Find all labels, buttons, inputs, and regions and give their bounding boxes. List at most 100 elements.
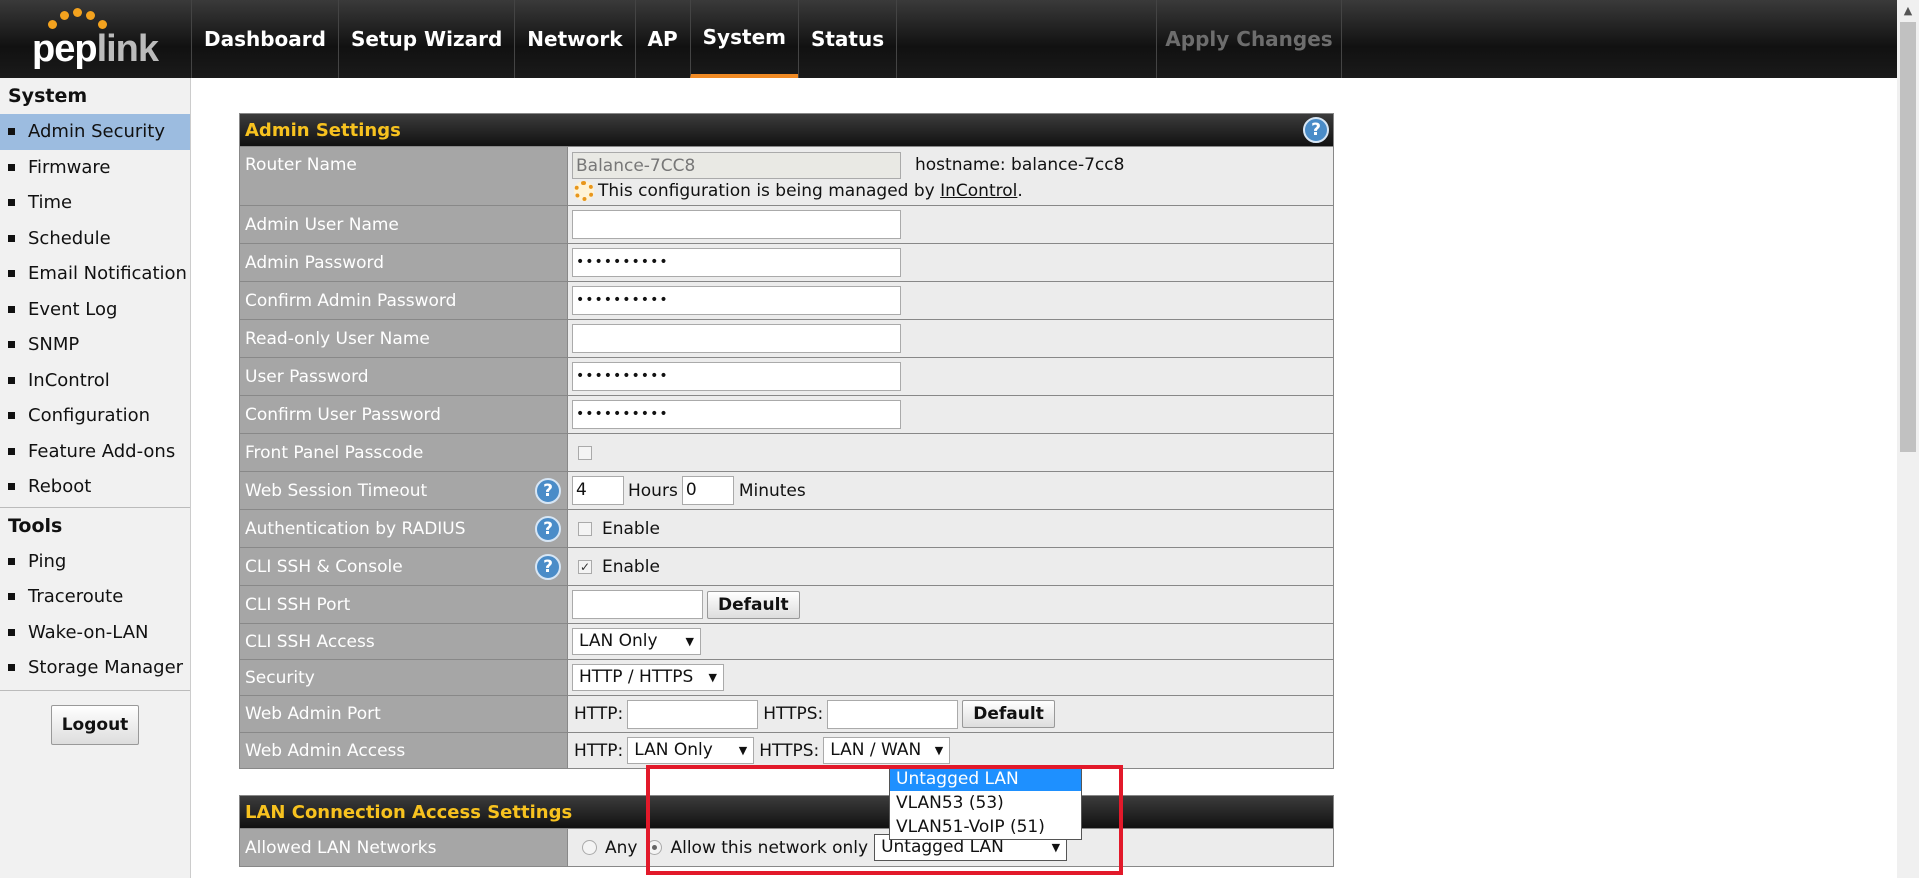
cli-ssh-port-input[interactable] bbox=[572, 590, 703, 619]
top-nav-bar: peplink Dashboard Setup Wizard Network A… bbox=[0, 0, 1897, 78]
admin-password-label: Admin Password bbox=[240, 244, 568, 281]
confirm-admin-password-input[interactable]: •••••••••• bbox=[572, 286, 901, 315]
bullet-icon bbox=[8, 412, 15, 420]
logo-wordmark: peplink bbox=[32, 28, 159, 70]
bullet-icon bbox=[8, 128, 15, 136]
web-admin-port-row: Web Admin Port HTTP: HTTPS: Default bbox=[240, 696, 1333, 733]
admin-password-row: Admin Password •••••••••• bbox=[240, 244, 1333, 282]
http-access-select[interactable]: LAN Only ▼ bbox=[627, 737, 755, 764]
https-port-input[interactable] bbox=[827, 699, 959, 729]
chevron-down-icon: ▼ bbox=[708, 671, 717, 684]
sidebar-item-ping[interactable]: Ping bbox=[0, 544, 190, 580]
sidebar-item-wake-on-lan[interactable]: Wake-on-LAN bbox=[0, 615, 190, 651]
sidebar-item-reboot[interactable]: Reboot bbox=[0, 469, 190, 505]
router-name-label: Router Name bbox=[240, 147, 568, 205]
readonly-user-input[interactable] bbox=[572, 324, 901, 353]
nav-system[interactable]: System bbox=[689, 0, 798, 78]
confirm-admin-password-label: Confirm Admin Password bbox=[240, 282, 568, 319]
security-row: Security HTTP / HTTPS ▼ bbox=[240, 660, 1333, 696]
logout-button[interactable]: Logout bbox=[51, 704, 139, 745]
readonly-user-row: Read-only User Name bbox=[240, 320, 1333, 358]
http-port-input[interactable] bbox=[627, 699, 759, 729]
nav-network[interactable]: Network bbox=[514, 0, 634, 78]
session-minutes-input[interactable]: 0 bbox=[681, 476, 734, 505]
admin-user-label: Admin User Name bbox=[240, 206, 568, 243]
security-select[interactable]: HTTP / HTTPS ▼ bbox=[572, 664, 724, 691]
web-admin-access-row: Web Admin Access HTTP: LAN Only ▼ HTTPS: … bbox=[240, 733, 1333, 768]
sidebar: System Admin Security Firmware Time Sche… bbox=[0, 78, 191, 878]
allowed-lan-row: Allowed LAN Networks Any Allow this netw… bbox=[240, 829, 1333, 866]
dropdown-option-untagged-lan[interactable]: Untagged LAN bbox=[890, 767, 1081, 791]
sidebar-item-storage-manager[interactable]: Storage Manager bbox=[0, 650, 190, 686]
router-name-input[interactable]: Balance-7CC8 bbox=[572, 151, 901, 179]
nav-dashboard[interactable]: Dashboard bbox=[191, 0, 338, 78]
cli-ssh-port-row: CLI SSH Port Default bbox=[240, 586, 1333, 624]
user-password-input[interactable]: •••••••••• bbox=[572, 362, 901, 391]
lan-network-dropdown-list: Untagged LAN VLAN53 (53) VLAN51-VoIP (51… bbox=[889, 766, 1082, 840]
sidebar-item-time[interactable]: Time bbox=[0, 185, 190, 221]
hours-unit: Hours bbox=[628, 480, 678, 501]
help-icon[interactable]: ? bbox=[1303, 117, 1329, 143]
admin-settings-title: Admin Settings ? bbox=[240, 114, 1333, 147]
sidebar-item-feature-add-ons[interactable]: Feature Add-ons bbox=[0, 434, 190, 470]
bullet-icon bbox=[8, 234, 15, 242]
nav-ap[interactable]: AP bbox=[634, 0, 690, 78]
sidebar-item-admin-security[interactable]: Admin Security bbox=[0, 114, 190, 150]
sidebar-item-schedule[interactable]: Schedule bbox=[0, 221, 190, 257]
web-session-label: Web Session Timeout? bbox=[240, 472, 568, 509]
admin-password-input[interactable]: •••••••••• bbox=[572, 248, 901, 277]
https-access-select[interactable]: LAN / WAN ▼ bbox=[823, 737, 951, 764]
dropdown-option-vlan53[interactable]: VLAN53 (53) bbox=[890, 791, 1081, 815]
peplink-logo[interactable]: peplink bbox=[30, 6, 170, 72]
sidebar-item-incontrol[interactable]: InControl bbox=[0, 363, 190, 399]
sidebar-item-snmp[interactable]: SNMP bbox=[0, 327, 190, 363]
dropdown-option-vlan51-voip[interactable]: VLAN51-VoIP (51) bbox=[890, 815, 1081, 839]
bullet-icon bbox=[8, 664, 15, 672]
front-panel-checkbox[interactable] bbox=[578, 445, 592, 460]
web-admin-access-label: Web Admin Access bbox=[240, 733, 568, 768]
bullet-icon bbox=[8, 199, 15, 207]
security-label: Security bbox=[240, 660, 568, 695]
sidebar-item-traceroute[interactable]: Traceroute bbox=[0, 579, 190, 615]
bullet-icon bbox=[8, 376, 15, 384]
sidebar-item-configuration[interactable]: Configuration bbox=[0, 398, 190, 434]
radius-checkbox[interactable] bbox=[578, 521, 592, 536]
bullet-icon bbox=[8, 163, 15, 171]
nav-setup-wizard[interactable]: Setup Wizard bbox=[337, 0, 514, 78]
incontrol-link[interactable]: InControl bbox=[940, 181, 1017, 201]
front-panel-label: Front Panel Passcode bbox=[240, 434, 568, 471]
web-admin-port-default-button[interactable]: Default bbox=[962, 700, 1055, 728]
help-icon[interactable]: ? bbox=[535, 477, 561, 504]
page-scrollbar[interactable]: ▲ bbox=[1897, 0, 1919, 878]
scroll-thumb[interactable] bbox=[1900, 22, 1916, 452]
sidebar-item-firmware[interactable]: Firmware bbox=[0, 150, 190, 186]
any-radio[interactable] bbox=[582, 840, 597, 855]
sidebar-item-email-notification[interactable]: Email Notification bbox=[0, 256, 190, 292]
confirm-user-password-label: Confirm User Password bbox=[240, 396, 568, 433]
http-access-label: HTTP: bbox=[574, 740, 624, 761]
sidebar-item-event-log[interactable]: Event Log bbox=[0, 292, 190, 328]
nav-status[interactable]: Status bbox=[797, 0, 898, 78]
session-hours-input[interactable]: 4 bbox=[572, 476, 624, 505]
cli-ssh-checkbox[interactable]: ✓ bbox=[578, 559, 592, 574]
router-name-row: Router Name Balance-7CC8 hostname: balan… bbox=[240, 147, 1333, 206]
sidebar-heading-system: System bbox=[8, 85, 88, 107]
logout-area: Logout bbox=[0, 689, 190, 745]
confirm-user-password-input[interactable]: •••••••••• bbox=[572, 400, 901, 429]
lan-access-title: LAN Connection Access Settings bbox=[240, 796, 1333, 829]
cli-ssh-port-default-button[interactable]: Default bbox=[707, 590, 800, 619]
help-icon[interactable]: ? bbox=[535, 553, 561, 580]
web-session-row: Web Session Timeout? 4 Hours 0 Minutes bbox=[240, 472, 1333, 510]
chevron-down-icon: ▼ bbox=[685, 635, 694, 648]
apply-changes-button[interactable]: Apply Changes bbox=[1156, 0, 1342, 78]
admin-settings-panel: Admin Settings ? Router Name Balance-7CC… bbox=[239, 113, 1334, 769]
radius-enable-label: Enable bbox=[602, 518, 660, 539]
help-icon[interactable]: ? bbox=[535, 515, 561, 542]
cli-ssh-access-select[interactable]: LAN Only ▼ bbox=[572, 628, 701, 655]
bullet-icon bbox=[8, 628, 15, 636]
scroll-up-arrow-icon[interactable]: ▲ bbox=[1897, 0, 1919, 22]
https-port-label: HTTPS: bbox=[763, 704, 824, 724]
allow-network-only-radio[interactable] bbox=[647, 840, 663, 855]
bullet-icon bbox=[8, 447, 15, 455]
admin-user-input[interactable] bbox=[572, 210, 901, 239]
